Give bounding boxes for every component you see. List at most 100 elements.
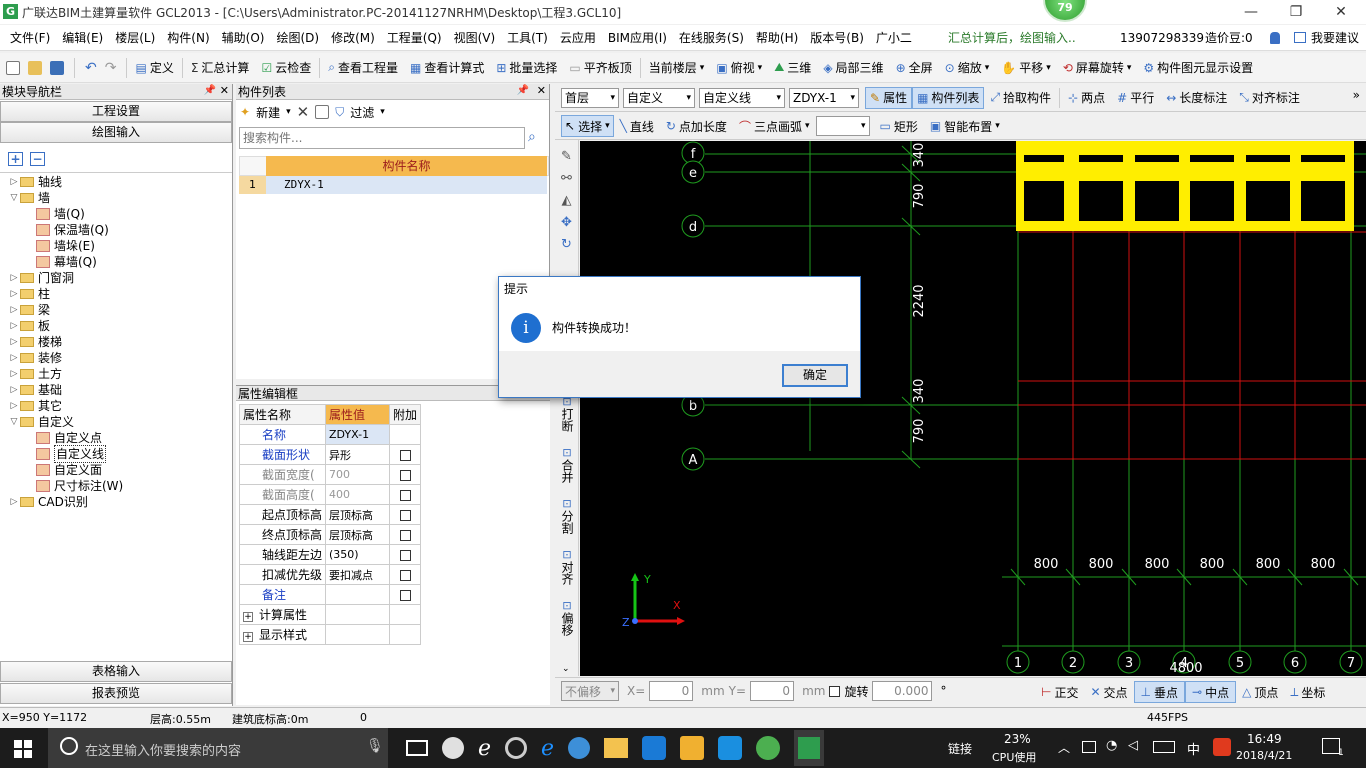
open-folder-icon[interactable] xyxy=(28,60,42,75)
parallel-button[interactable]: # 平行 xyxy=(1111,84,1160,112)
property-value[interactable]: 400 xyxy=(325,484,391,505)
menu-item[interactable]: 云应用 xyxy=(554,25,602,51)
rotate-checkbox[interactable] xyxy=(829,685,841,697)
pick-component-button[interactable]: ⤢ 拾取构件 xyxy=(984,84,1057,112)
offset-select[interactable]: 不偏移 ▾ xyxy=(561,681,619,701)
property-header[interactable]: 属性值 xyxy=(325,404,391,425)
tree-item[interactable]: ▷ 门窗洞 xyxy=(8,270,230,286)
extra-checkbox[interactable] xyxy=(399,449,411,461)
arc-mode-select[interactable]: ▾ xyxy=(815,116,870,136)
ime-indicator[interactable]: 中 xyxy=(1187,739,1200,758)
edit-tool-button[interactable]: ⊡ 打断 xyxy=(555,395,579,432)
clock-date[interactable]: 2018/4/21 xyxy=(1236,749,1292,762)
more-icon[interactable]: » xyxy=(1353,88,1360,102)
snap-button[interactable]: △ 顶点 xyxy=(1236,678,1284,706)
property-row[interactable]: 起点顶标高 层顶标高 xyxy=(238,504,422,525)
length-dim-button[interactable]: ↔ 长度标注 xyxy=(1160,84,1233,112)
app-circle-icon[interactable] xyxy=(505,737,528,759)
keyboard-icon[interactable] xyxy=(1153,741,1175,753)
brush-icon[interactable]: ✎ xyxy=(555,146,578,168)
tree-item[interactable]: ▽ 自定义 xyxy=(8,414,230,430)
menu-item[interactable]: 工具(T) xyxy=(501,25,554,51)
extra-checkbox[interactable] xyxy=(399,589,411,601)
menu-item[interactable]: 辅助(O) xyxy=(216,25,271,51)
draw-input-button[interactable]: 绘图输入 xyxy=(0,122,232,143)
menu-item[interactable]: 帮助(H) xyxy=(750,25,804,51)
y-input[interactable]: 0 xyxy=(750,681,795,701)
bell-icon[interactable] xyxy=(1270,32,1280,44)
ie-icon[interactable] xyxy=(568,737,591,759)
x-input[interactable]: 0 xyxy=(649,681,694,701)
chevron-right-icon[interactable]: ▷ xyxy=(8,350,20,366)
toolbar-button[interactable]: ⊕ 全屏 xyxy=(890,54,939,82)
property-row[interactable]: 截面宽度(700 xyxy=(238,464,422,485)
menu-item[interactable]: BIM应用(I) xyxy=(602,25,673,51)
property-value[interactable] xyxy=(325,624,391,645)
close-icon[interactable]: ✕ xyxy=(1326,2,1356,22)
component-row[interactable]: ZDYX-1 xyxy=(266,176,547,194)
collapse-all-icon[interactable]: − xyxy=(30,152,45,166)
type-select[interactable]: 自定义 ▾ xyxy=(623,87,695,108)
property-value[interactable]: 异形 xyxy=(325,444,391,465)
toolbar-button[interactable]: ◈ 局部三维 xyxy=(817,54,889,82)
menu-item[interactable]: 版本号(B) xyxy=(804,25,870,51)
app-g-icon[interactable] xyxy=(642,736,667,760)
fan-app-icon[interactable] xyxy=(442,737,464,759)
property-row[interactable]: 截面高度(400 xyxy=(238,484,422,505)
property-value[interactable]: 700 xyxy=(325,464,391,485)
expand-all-icon[interactable]: + xyxy=(8,152,23,166)
component-select[interactable]: ZDYX-1 ▾ xyxy=(789,87,859,108)
align-dim-button[interactable]: ⤡ 对齐标注 xyxy=(1233,84,1306,112)
chevron-right-icon[interactable]: ▷ xyxy=(8,334,20,350)
menu-item[interactable]: 工程量(Q) xyxy=(381,25,448,51)
menu-item[interactable]: 构件(N) xyxy=(161,25,215,51)
search-icon[interactable]: ⌕ xyxy=(528,129,536,145)
tree-item[interactable]: 墙垛(E) xyxy=(8,238,230,254)
snap-button[interactable]: ✕ 交点 xyxy=(1084,678,1133,706)
toolbar-button[interactable]: ▭ 平齐板顶 xyxy=(563,54,637,82)
edit-tool-button[interactable]: ⊡ 偏移 xyxy=(555,599,579,636)
rotate-input[interactable]: 0.000 xyxy=(872,681,933,701)
link-label[interactable]: 链接 xyxy=(948,740,972,757)
property-value[interactable]: 层顶标高 xyxy=(325,504,391,525)
attr-button[interactable]: ✎ 属性 xyxy=(865,86,913,109)
snap-button[interactable]: ⊢ 正交 xyxy=(1035,678,1084,706)
menu-item[interactable]: 楼层(L) xyxy=(109,25,161,51)
toolbar-button[interactable]: ⚙ 构件图元显示设置 xyxy=(1137,54,1259,82)
tree-item[interactable]: 自定义面 xyxy=(8,462,230,478)
chevron-right-icon[interactable]: ▷ xyxy=(8,318,20,334)
redo-icon[interactable]: ↷ xyxy=(105,60,117,76)
chevron-right-icon[interactable]: ▷ xyxy=(8,366,20,382)
toolbar-button[interactable]: ▤ 定义 xyxy=(129,54,179,82)
filter-button[interactable]: 过滤 xyxy=(350,104,374,121)
property-row[interactable]: 名称 ZDYX-1 xyxy=(238,424,422,445)
toolbar-button[interactable]: ✋ 平移 ▾ xyxy=(995,54,1057,82)
property-row[interactable]: 截面形状 异形 xyxy=(238,444,422,465)
property-row[interactable]: 备注 xyxy=(238,584,422,605)
battery-icon[interactable] xyxy=(1082,741,1096,753)
select-button[interactable]: ↖ 选择 ▾ xyxy=(561,115,614,137)
property-value[interactable]: 层顶标高 xyxy=(325,524,391,545)
chevron-right-icon[interactable]: ▷ xyxy=(8,270,20,286)
toolbar-button[interactable]: ⌕ 查看工程量 xyxy=(322,54,404,82)
property-value[interactable]: ZDYX-1 xyxy=(325,424,391,445)
restore-icon[interactable]: ❐ xyxy=(1281,2,1311,22)
mirror-icon[interactable]: ⚯ xyxy=(555,168,578,190)
tree-item[interactable]: 尺寸标注(W) xyxy=(8,478,230,494)
rect-button[interactable]: ▭ 矩形 xyxy=(874,112,924,140)
line-button[interactable]: ╲ 直线 xyxy=(614,112,660,140)
nav-close-icon[interactable]: ✕ xyxy=(220,84,229,97)
move-icon[interactable]: ✥ xyxy=(555,212,578,234)
app-plus-icon[interactable] xyxy=(718,736,743,760)
ie-e-icon[interactable]: ℯ xyxy=(478,736,491,761)
panel-close-icon[interactable]: ✕ xyxy=(537,84,546,97)
suggest-icon[interactable] xyxy=(1294,32,1306,43)
toolbar-button[interactable]: ⊙ 缩放 ▾ xyxy=(939,54,996,82)
property-group[interactable]: + 显示样式 xyxy=(238,624,327,645)
volume-icon[interactable]: ◁ xyxy=(1128,738,1138,753)
arc-button[interactable]: ⌒ 三点画弧 ▾ xyxy=(733,112,816,140)
property-row[interactable]: + 计算属性 xyxy=(238,604,422,625)
windows-start-icon[interactable] xyxy=(14,740,32,758)
menu-item[interactable]: 在线服务(S) xyxy=(673,25,750,51)
pin-icon[interactable]: 📌 xyxy=(517,85,529,96)
